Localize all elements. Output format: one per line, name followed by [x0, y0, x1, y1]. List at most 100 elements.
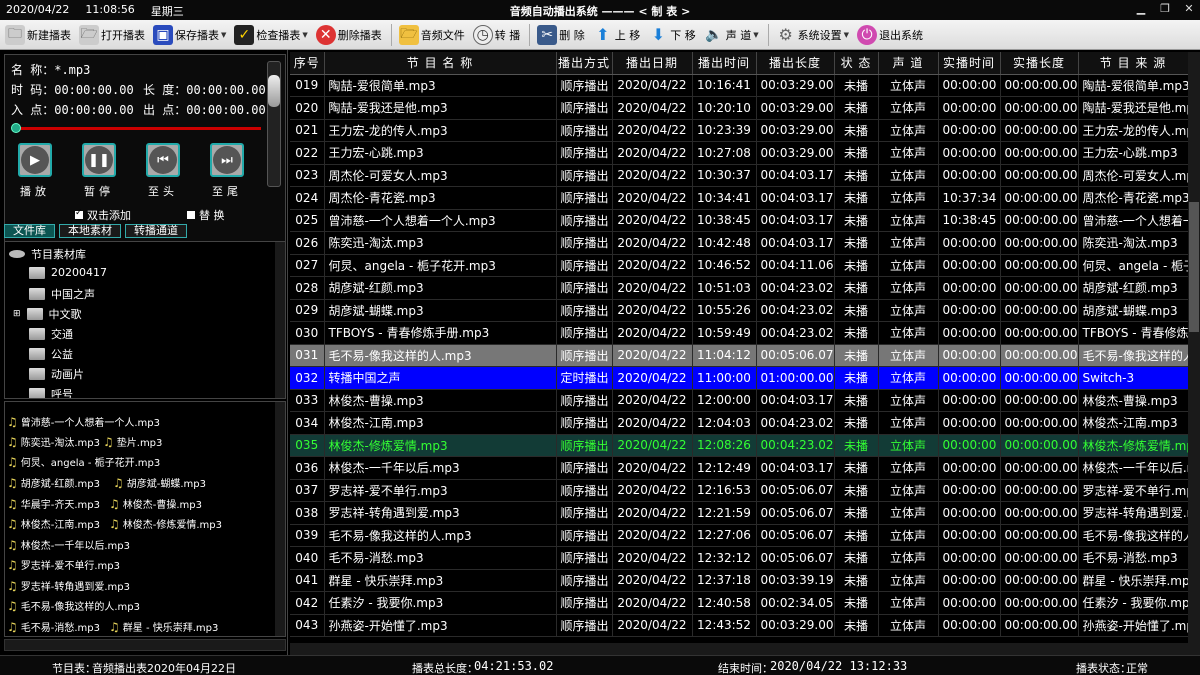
pause-button[interactable]: ❚❚ [82, 143, 116, 177]
column-header[interactable]: 状 态 [834, 52, 879, 75]
column-header[interactable]: 播出方式 [556, 52, 613, 75]
tree-folder[interactable]: 动画片 [29, 366, 84, 382]
column-header[interactable]: 实播长度 [1000, 52, 1079, 75]
save-list-button[interactable]: ▣ 保存播表 ▼ [150, 22, 229, 48]
check-list-button[interactable]: ✓ 检查播表 ▼ [231, 22, 310, 48]
to-tail-button[interactable]: ⏭ [210, 143, 244, 177]
table-row[interactable]: 026 陈奕迅-淘汰.mp3 顺序播出 2020/04/22 10:42:48 00:04… [290, 231, 1189, 255]
table-horizontal-scrollbar[interactable] [290, 643, 1188, 655]
table-row[interactable]: 022 王力宏-心跳.mp3 顺序播出 2020/04/22 10:27:08 00:03… [290, 141, 1189, 165]
tree-folder[interactable]: 交通 [29, 326, 73, 342]
double-click-add-checkbox[interactable]: 双击添加 [75, 207, 131, 223]
table-row[interactable]: 041 群星 - 快乐崇拜.mp3 顺序播出 2020/04/22 12:37:18 00… [290, 569, 1189, 592]
table-row[interactable]: 031 毛不易-像我这样的人.mp3 顺序播出 2020/04/22 11:04:12 0… [290, 344, 1189, 367]
minimize-icon[interactable]: ▁ [1134, 2, 1148, 15]
progress-handle[interactable] [11, 123, 21, 133]
table-row[interactable]: 032 转播中国之声 定时播出 2020/04/22 11:00:00 01:00:00.… [290, 366, 1189, 390]
table-row[interactable]: 024 周杰伦-青花瓷.mp3 顺序播出 2020/04/22 10:34:41 00:0… [290, 186, 1189, 210]
column-header[interactable]: 播出时间 [692, 52, 757, 75]
tree-folder[interactable]: 公益 [29, 346, 73, 362]
table-row[interactable]: 028 胡彦斌-红颜.mp3 顺序播出 2020/04/22 10:51:03 00:04… [290, 276, 1189, 300]
table-vertical-scrollbar[interactable] [1188, 52, 1200, 655]
system-settings-button[interactable]: ⚙ 系统设置 ▼ [773, 22, 852, 48]
chevron-down-icon[interactable]: ▼ [753, 31, 758, 39]
column-header[interactable]: 节 目 来 源 [1078, 52, 1189, 75]
cell-state: 未播 [834, 141, 879, 165]
exit-system-button[interactable]: ⏻ 退出系统 [854, 22, 926, 48]
list-item[interactable]: ♫ 罗志祥-转角遇到爱.mp3 [7, 578, 130, 594]
scrollbar-thumb[interactable] [1189, 202, 1199, 332]
list-item[interactable]: ♫ 曾沛慈-一个人想着一个人.mp3 [7, 414, 160, 430]
list-item[interactable]: ♫ 陈奕迅-淘汰.mp3 [7, 434, 100, 450]
switch-broadcast-button[interactable]: ◷ 转 播 [470, 22, 524, 48]
tab-file-library[interactable]: 文件库 [4, 224, 55, 238]
table-row[interactable]: 043 孙燕姿-开始懂了.mp3 顺序播出 2020/04/22 12:43:52 00:… [290, 614, 1189, 637]
tree-root[interactable]: 节目素材库 [9, 246, 86, 262]
tree-folder[interactable]: ⊞ 中文歌 [13, 306, 82, 322]
tab-local-material[interactable]: 本地素材 [59, 224, 121, 238]
tab-relay-channel[interactable]: 转播通道 [125, 224, 187, 238]
list-item[interactable]: ♫ 垫片.mp3 [103, 434, 162, 450]
list-item[interactable]: ♫ 罗志祥-爱不单行.mp3 [7, 557, 120, 573]
tree-folder[interactable]: 中国之声 [29, 286, 95, 302]
table-row[interactable]: 025 曾沛慈-一个人想着一个人.mp3 顺序播出 2020/04/22 10:38:4… [290, 209, 1189, 232]
column-header[interactable]: 节 目 名 称 [324, 52, 557, 75]
table-row[interactable]: 027 何炅、angela - 栀子花开.mp3 顺序播出 2020/04/22 10:… [290, 254, 1189, 277]
column-header[interactable]: 播出长度 [756, 52, 835, 75]
list-item[interactable]: ♫ 林俊杰-江南.mp3 [7, 516, 100, 532]
delete-button[interactable]: ✂ 删 除 [534, 22, 588, 48]
list-item[interactable]: ♫ 胡彦斌-红颜.mp3 [7, 475, 100, 491]
table-row[interactable]: 033 林俊杰-曹操.mp3 顺序播出 2020/04/22 12:00:00 00:04… [290, 389, 1189, 412]
restore-icon[interactable]: ❐ [1158, 2, 1172, 15]
column-header[interactable]: 播出日期 [612, 52, 693, 75]
list-item[interactable]: ♫ 何炅、angela - 栀子花开.mp3 [7, 454, 160, 470]
expand-icon[interactable]: ⊞ [13, 309, 21, 319]
table-row[interactable]: 021 王力宏-龙的传人.mp3 顺序播出 2020/04/22 10:23:39 00:… [290, 119, 1189, 142]
list-item[interactable]: ♫ 林俊杰-一千年以后.mp3 [7, 537, 130, 553]
list-item[interactable]: ♫ 毛不易-消愁.mp3 [7, 619, 100, 635]
replace-checkbox[interactable]: 替 换 [187, 207, 225, 223]
table-row[interactable]: 040 毛不易-消愁.mp3 顺序播出 2020/04/22 12:32:12 00:05… [290, 546, 1189, 570]
chevron-down-icon[interactable]: ▼ [844, 31, 849, 39]
list-item[interactable]: ♫ 胡彦斌-蝴蝶.mp3 [113, 475, 206, 491]
play-button[interactable]: ▶ [18, 143, 52, 177]
tree-folder[interactable]: 20200417 [29, 266, 107, 279]
tree-scrollbar[interactable] [275, 242, 285, 398]
column-header[interactable]: 序号 [290, 52, 325, 75]
audio-file-button[interactable]: 🗁 音频文件 [396, 22, 468, 48]
move-down-button[interactable]: ⬇ 下 移 [645, 22, 699, 48]
progress-bar[interactable] [15, 127, 261, 130]
table-row[interactable]: 030 TFBOYS - 青春修炼手册.mp3 顺序播出 2020/04/22 10:5… [290, 321, 1189, 345]
table-row[interactable]: 037 罗志祥-爱不单行.mp3 顺序播出 2020/04/22 12:16:53 00:… [290, 479, 1189, 502]
list-item[interactable]: ♫ 华晨宇-齐天.mp3 [7, 496, 100, 512]
table-row[interactable]: 023 周杰伦-可爱女人.mp3 顺序播出 2020/04/22 10:30:37 00:… [290, 164, 1189, 187]
column-header[interactable]: 实播时间 [938, 52, 1001, 75]
to-head-button[interactable]: ⏮ [146, 143, 180, 177]
chevron-down-icon[interactable]: ▼ [221, 31, 226, 39]
list-item[interactable]: ♫ 林俊杰-修炼爱情.mp3 [109, 516, 222, 532]
table-row[interactable]: 039 毛不易-像我这样的人.mp3 顺序播出 2020/04/22 12:27:06 0… [290, 524, 1189, 547]
new-list-button[interactable]: 🗀 新建播表 [2, 22, 74, 48]
left-horizontal-scrollbar[interactable] [4, 639, 286, 651]
file-list-scrollbar[interactable] [275, 402, 285, 636]
volume-handle[interactable] [268, 75, 280, 108]
close-icon[interactable]: ✕ [1182, 2, 1196, 15]
table-row[interactable]: 034 林俊杰-江南.mp3 顺序播出 2020/04/22 12:04:03 00:04… [290, 411, 1189, 435]
table-row[interactable]: 038 罗志祥-转角遇到爱.mp3 顺序播出 2020/04/22 12:21:59 00… [290, 501, 1189, 525]
tree-folder[interactable]: 呼号 [29, 386, 73, 398]
list-item[interactable]: ♫ 毛不易-像我这样的人.mp3 [7, 598, 140, 614]
channel-button[interactable]: 🔈 声 道 ▼ [701, 22, 762, 48]
open-list-button[interactable]: 🗁 打开播表 [76, 22, 148, 48]
list-item[interactable]: ♫ 林俊杰-曹操.mp3 [109, 496, 202, 512]
table-row[interactable]: 035 林俊杰-修炼爱情.mp3 顺序播出 2020/04/22 12:08:26 00:… [290, 434, 1189, 457]
table-row[interactable]: 019 陶喆-爱很简单.mp3 顺序播出 2020/04/22 10:16:41 00:0… [290, 74, 1189, 97]
table-row[interactable]: 029 胡彦斌-蝴蝶.mp3 顺序播出 2020/04/22 10:55:26 00:04… [290, 299, 1189, 322]
chevron-down-icon[interactable]: ▼ [302, 31, 307, 39]
table-row[interactable]: 036 林俊杰-一千年以后.mp3 顺序播出 2020/04/22 12:12:49 00… [290, 456, 1189, 480]
list-item[interactable]: ♫ 群星 - 快乐崇拜.mp3 [109, 619, 218, 635]
table-row[interactable]: 020 陶喆-爱我还是他.mp3 顺序播出 2020/04/22 10:20:10 00:… [290, 96, 1189, 120]
column-header[interactable]: 声 道 [878, 52, 939, 75]
delete-list-button[interactable]: ✕ 删除播表 [313, 22, 385, 48]
move-up-button[interactable]: ⬆ 上 移 [590, 22, 644, 48]
table-row[interactable]: 042 任素汐 - 我要你.mp3 顺序播出 2020/04/22 12:40:58 00… [290, 591, 1189, 615]
